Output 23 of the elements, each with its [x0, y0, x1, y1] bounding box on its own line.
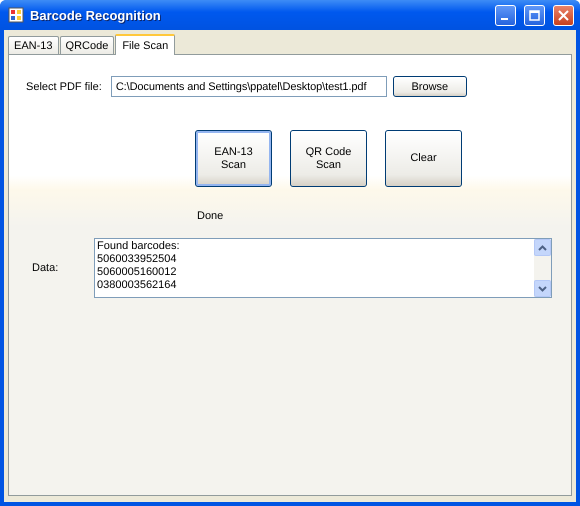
- window-title: Barcode Recognition: [30, 8, 162, 22]
- browse-button[interactable]: Browse: [392, 76, 467, 97]
- tab[interactable]: QRCode: [60, 36, 114, 54]
- scan-button[interactable]: Clear: [385, 130, 462, 187]
- maximize-icon: [529, 10, 540, 20]
- status-text: Done: [197, 210, 224, 222]
- data-text-area[interactable]: Found barcodes: 5060033952504 5060005160012 0380003562164: [94, 238, 552, 298]
- minimize-icon: [500, 18, 508, 20]
- window-icon: [8, 7, 24, 23]
- maximize-button[interactable]: [524, 4, 545, 26]
- scroll-down-icon[interactable]: [534, 280, 551, 297]
- scan-button[interactable]: QR Code Scan: [290, 130, 367, 187]
- file-path-field[interactable]: C:\Documents and Settings\ppatel\Desktop\test1.pdf: [110, 76, 387, 97]
- scrollbar[interactable]: [534, 239, 551, 297]
- minimize-button[interactable]: [495, 4, 516, 26]
- tab[interactable]: File Scan: [115, 34, 176, 55]
- scan-button[interactable]: EAN-13 Scan: [195, 130, 272, 187]
- scroll-up-icon[interactable]: [534, 239, 551, 256]
- data-label: Data:: [32, 262, 60, 274]
- tab[interactable]: EAN-13: [8, 36, 59, 54]
- close-button[interactable]: [553, 4, 574, 26]
- file-label: Select PDF file:: [26, 80, 102, 92]
- close-icon: [558, 10, 569, 20]
